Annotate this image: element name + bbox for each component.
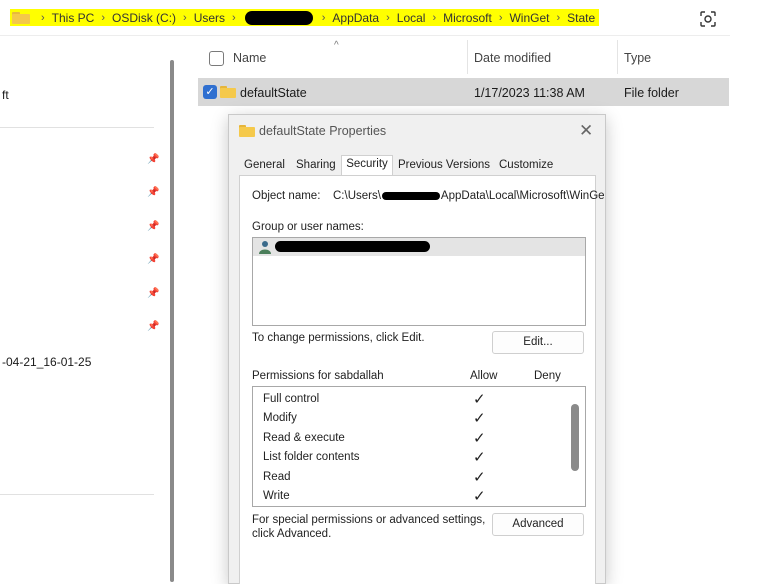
chevron-right-icon: ›	[321, 11, 326, 24]
chevron-right-icon: ›	[232, 11, 236, 24]
nav-item-label[interactable]: ft	[2, 88, 9, 102]
address-bar[interactable]: › This PC › OSDisk (C:) › Users › › AppD…	[0, 0, 730, 36]
navigation-pane: 📌 📌 📌 📌 📌 📌	[0, 36, 170, 582]
pin-icon[interactable]: 📌	[147, 187, 159, 198]
breadcrumb-item-osdisk[interactable]: OSDisk (C:)	[112, 11, 176, 25]
divider	[0, 494, 154, 495]
column-header-type[interactable]: Type	[624, 51, 651, 65]
file-name: defaultState	[240, 86, 307, 100]
sort-ascending-icon: ^	[334, 40, 339, 51]
nav-scrollbar[interactable]	[170, 60, 174, 582]
allow-check-icon: ✓	[473, 488, 486, 505]
chevron-right-icon: ›	[183, 11, 187, 24]
allow-header: Allow	[470, 370, 498, 382]
breadcrumb-item-this-pc[interactable]: This PC	[52, 11, 95, 25]
breadcrumb-item-local[interactable]: Local	[397, 11, 426, 25]
chevron-right-icon: ›	[101, 11, 106, 24]
object-name-label: Object name:	[252, 190, 321, 202]
redacted-username	[275, 241, 430, 252]
object-name-prefix: C:\Users\	[333, 190, 381, 202]
chevron-right-icon: ›	[556, 11, 561, 24]
capture-icon	[700, 11, 716, 27]
permissions-scrollbar[interactable]	[571, 404, 579, 471]
chevron-right-icon: ›	[41, 11, 45, 24]
edit-button[interactable]: Edit...	[492, 331, 584, 354]
tab-strip: General Sharing Security Previous Versio…	[241, 155, 593, 176]
user-list[interactable]	[252, 237, 586, 326]
folder-icon	[220, 86, 236, 98]
permission-name: Write	[263, 490, 290, 502]
security-tab-panel: Object name: C:\Users\ AppData\Local\Micr…	[239, 175, 605, 584]
permissions-label: Permissions for sabdallah	[252, 370, 384, 382]
object-name-value: C:\Users\ AppData\Local\Microsoft\WinGe	[333, 190, 605, 202]
file-type: File folder	[624, 86, 679, 100]
column-header-name[interactable]: Name	[233, 51, 266, 65]
permission-name: Read & execute	[263, 432, 345, 444]
allow-check-icon: ✓	[473, 469, 486, 486]
change-permissions-text: To change permissions, click Edit.	[252, 332, 425, 344]
column-header-date[interactable]: Date modified	[474, 51, 551, 65]
folder-icon	[239, 125, 255, 137]
pin-icon[interactable]: 📌	[147, 321, 159, 332]
user-icon	[259, 241, 271, 254]
special-permissions-text: click Advanced.	[252, 528, 332, 540]
tab-customize[interactable]: Customize	[499, 159, 553, 171]
special-permissions-text: For special permissions or advanced sett…	[252, 514, 486, 526]
pin-icon[interactable]: 📌	[147, 254, 159, 265]
screen-capture-button[interactable]	[696, 8, 720, 30]
permission-name: List folder contents	[263, 451, 360, 463]
table-row[interactable]: ✓ defaultState 1/17/2023 11:38 AM File f…	[198, 78, 729, 106]
breadcrumb: › This PC › OSDisk (C:) › Users › › AppD…	[10, 9, 600, 26]
select-all-checkbox[interactable]	[209, 51, 224, 66]
divider	[0, 127, 154, 128]
pin-icon[interactable]: 📌	[147, 154, 159, 165]
redacted-username	[244, 10, 313, 25]
chevron-right-icon: ›	[386, 11, 390, 24]
allow-check-icon: ✓	[473, 391, 486, 408]
permission-name: Read	[263, 471, 291, 483]
close-icon[interactable]: ✕	[579, 121, 593, 141]
breadcrumb-item-microsoft[interactable]: Microsoft	[443, 11, 492, 25]
redacted-username	[381, 191, 440, 200]
dialog-title: defaultState Properties	[259, 124, 387, 138]
folder-icon	[12, 11, 30, 24]
chevron-right-icon: ›	[432, 11, 437, 24]
deny-header: Deny	[534, 370, 561, 382]
permission-name: Full control	[263, 393, 320, 405]
permissions-list[interactable]: Full control ✓ Modify ✓ Read & execute ✓…	[252, 386, 586, 507]
breadcrumb-item-appdata[interactable]: AppData	[332, 11, 379, 25]
advanced-button[interactable]: Advanced	[492, 513, 584, 536]
nav-item-label[interactable]: -04-21_16-01-25	[2, 355, 91, 369]
properties-dialog: defaultState Properties ✕ General Sharin…	[228, 114, 606, 584]
object-name-suffix: AppData\Local\Microsoft\WinGe	[440, 190, 605, 202]
column-header-row: Name Date modified Type	[198, 40, 729, 74]
allow-check-icon: ✓	[473, 449, 486, 466]
column-divider[interactable]	[617, 40, 618, 74]
permission-name: Modify	[263, 412, 297, 424]
group-label: Group or user names:	[252, 221, 364, 233]
column-divider[interactable]	[467, 40, 468, 74]
file-date: 1/17/2023 11:38 AM	[474, 86, 585, 100]
breadcrumb-item-state[interactable]: State	[567, 11, 595, 25]
pin-icon[interactable]: 📌	[147, 221, 159, 232]
allow-check-icon: ✓	[473, 430, 486, 447]
breadcrumb-item-users[interactable]: Users	[194, 11, 225, 25]
row-checkbox[interactable]: ✓	[203, 85, 217, 99]
pin-icon[interactable]: 📌	[147, 288, 159, 299]
breadcrumb-item-winget[interactable]: WinGet	[509, 11, 549, 25]
tab-sharing[interactable]: Sharing	[296, 159, 336, 171]
tab-previous-versions[interactable]: Previous Versions	[398, 159, 490, 171]
chevron-right-icon: ›	[498, 11, 503, 24]
list-item[interactable]	[253, 238, 585, 256]
tab-general[interactable]: General	[244, 159, 285, 171]
tab-security[interactable]: Security	[341, 155, 393, 176]
allow-check-icon: ✓	[473, 410, 486, 427]
